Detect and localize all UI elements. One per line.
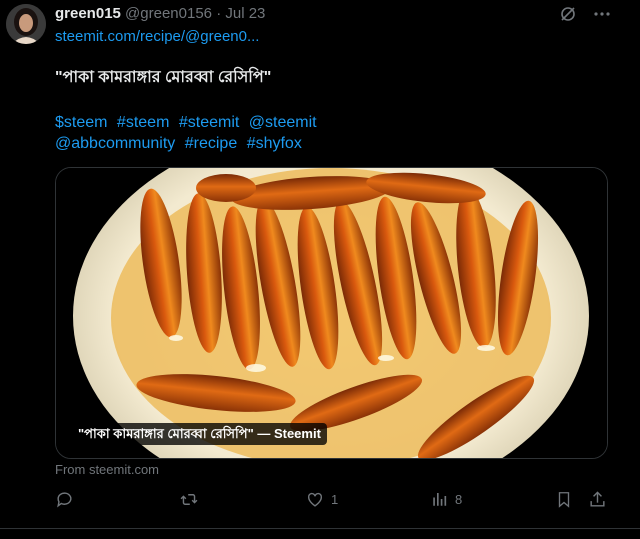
display-name[interactable]: green015: [55, 5, 121, 22]
card-image: [56, 168, 607, 458]
mention-steemit[interactable]: @steemit: [249, 114, 317, 131]
top-icons: [558, 4, 612, 24]
divider: [0, 528, 640, 529]
post-tags: $steem #steem #steemit @steemit @abbcomm…: [55, 112, 322, 154]
card-caption: "পাকা কামরাঙ্গার মোরব্বা রেসিপি" — Steem…: [72, 423, 327, 445]
card-source[interactable]: From steemit.com: [55, 462, 159, 477]
reply-button[interactable]: [55, 490, 80, 509]
action-bar: 1 8: [55, 490, 615, 516]
like-button[interactable]: 1: [305, 490, 338, 509]
repost-button[interactable]: [179, 490, 205, 509]
cashtag-steem[interactable]: $steem: [55, 114, 107, 131]
tweet[interactable]: green015 @green0156 · Jul 23 steemit.com…: [0, 0, 640, 539]
share-icon: [588, 490, 607, 509]
post-date[interactable]: Jul 23: [225, 5, 265, 22]
hashtag-steemit[interactable]: #steemit: [179, 114, 239, 131]
mention-abbcommunity[interactable]: @abbcommunity: [55, 135, 175, 152]
tags-line-1: $steem #steem #steemit @steemit: [55, 112, 322, 133]
link-card[interactable]: [55, 167, 608, 459]
tweet-header: green015 @green0156 · Jul 23: [55, 4, 265, 24]
views-icon: [431, 490, 449, 508]
hashtag-recipe[interactable]: #recipe: [185, 135, 237, 152]
grok-icon[interactable]: [558, 4, 578, 24]
bookmark-icon: [555, 490, 573, 509]
separator-dot: ·: [216, 5, 222, 22]
reply-icon: [55, 490, 74, 509]
avatar[interactable]: [6, 4, 46, 44]
tags-line-2: @abbcommunity #recipe #shyfox: [55, 133, 322, 154]
hashtag-shyfox[interactable]: #shyfox: [247, 135, 302, 152]
like-count: 1: [331, 492, 339, 507]
user-handle[interactable]: @green0156: [125, 5, 212, 22]
post-title: "পাকা কামরাঙ্গার মোরব্বা রেসিপি": [55, 69, 272, 86]
bookmark-button[interactable]: [555, 490, 573, 509]
like-icon: [305, 490, 325, 509]
share-button[interactable]: [588, 490, 607, 509]
post-link[interactable]: steemit.com/recipe/@green0...: [55, 27, 259, 47]
hashtag-steem[interactable]: #steem: [117, 114, 169, 131]
views-button[interactable]: 8: [431, 490, 462, 508]
views-count: 8: [455, 491, 463, 507]
repost-icon: [179, 490, 199, 509]
more-icon[interactable]: [592, 4, 612, 24]
